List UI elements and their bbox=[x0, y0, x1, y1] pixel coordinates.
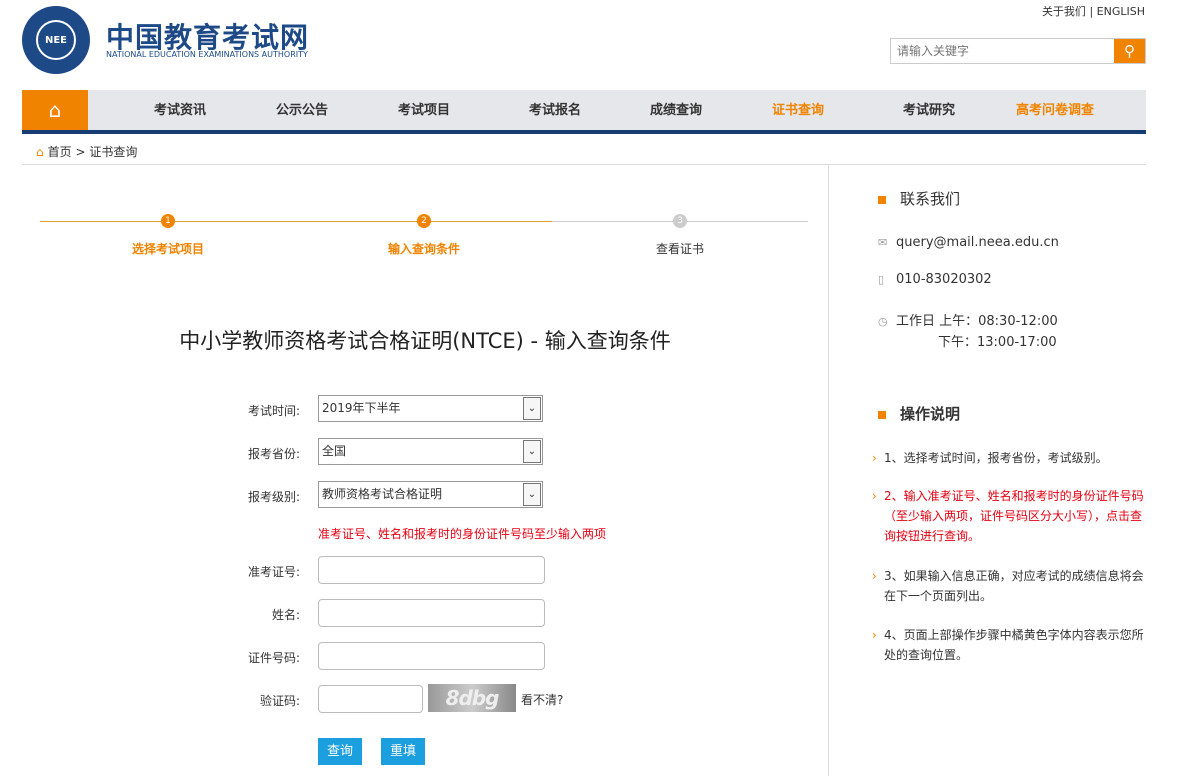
search-button[interactable]: ⚲ bbox=[1114, 39, 1145, 63]
contact-email: ✉ query@mail.neea.edu.cn bbox=[878, 235, 1059, 250]
hours-afternoon: 下午：13:00-17:00 bbox=[938, 335, 1057, 350]
mail-icon: ✉ bbox=[878, 236, 888, 249]
ticket-number-input[interactable] bbox=[318, 556, 545, 584]
breadcrumb-home[interactable]: 首页 bbox=[48, 145, 72, 159]
search-box: ⚲ bbox=[890, 38, 1146, 64]
breadcrumb-separator: > bbox=[75, 145, 86, 159]
id-number-input[interactable] bbox=[318, 642, 545, 670]
instruction-text: 1、选择考试时间，报考省份，考试级别。 bbox=[884, 451, 1108, 465]
contact-phone: ▯ 010-83020302 bbox=[878, 272, 992, 287]
english-link[interactable]: ENGLISH bbox=[1097, 5, 1145, 18]
instruction-text: 3、如果输入信息正确，对应考试的成绩信息将会在下一个页面列出。 bbox=[884, 569, 1144, 603]
instruction-text: 2、输入准考证号、姓名和报考时的身份证件号码（至少输入两项，证件号码区分大小写）… bbox=[884, 489, 1144, 543]
captcha-input[interactable] bbox=[318, 685, 423, 713]
ticket-number-label: 准考证号: bbox=[247, 565, 300, 579]
chevron-right-icon: › bbox=[872, 451, 877, 465]
main-nav: ⌂ 考试资讯 公示公告 考试项目 考试报名 成绩查询 证书查询 考试研究 高考问… bbox=[22, 90, 1146, 134]
step-2-dot: 2 bbox=[417, 214, 431, 228]
clock-icon: ◷ bbox=[878, 315, 888, 328]
instruction-text: 4、页面上部操作步骤中橘黄色字体内容表示您所处的查询位置。 bbox=[884, 628, 1144, 662]
search-icon: ⚲ bbox=[1124, 43, 1135, 60]
chevron-down-icon: ⌄ bbox=[523, 397, 541, 420]
input-requirement-note: 准考证号、姓名和报考时的身份证件号码至少输入两项 bbox=[318, 527, 607, 541]
chevron-down-icon: ⌄ bbox=[523, 440, 541, 463]
step-3-label: 查看证书 bbox=[655, 242, 705, 256]
nav-item-survey[interactable]: 高考问卷调查 bbox=[1016, 90, 1094, 130]
step-3-dot: 3 bbox=[673, 214, 687, 228]
step-1-label: 选择考试项目 bbox=[131, 242, 205, 256]
chevron-right-icon: › bbox=[872, 628, 877, 642]
nav-item-announcements[interactable]: 公示公告 bbox=[276, 90, 328, 130]
step-1-dot: 1 bbox=[161, 214, 175, 228]
seal-text: NEE bbox=[36, 20, 76, 60]
province-label: 报考省份: bbox=[247, 447, 300, 461]
id-number-label: 证件号码: bbox=[247, 651, 300, 665]
email-text: query@mail.neea.edu.cn bbox=[896, 235, 1059, 250]
level-select[interactable]: 教师资格考试合格证明 ⌄ bbox=[318, 481, 543, 508]
phone-icon: ▯ bbox=[878, 273, 885, 286]
column-divider bbox=[828, 165, 829, 776]
nav-item-exam-projects[interactable]: 考试项目 bbox=[398, 90, 450, 130]
exam-time-label: 考试时间: bbox=[247, 404, 300, 418]
top-links: 关于我们 | ENGLISH bbox=[1042, 3, 1145, 19]
name-label: 姓名: bbox=[271, 608, 300, 622]
chevron-right-icon: › bbox=[872, 569, 877, 583]
step-progress-done bbox=[40, 221, 552, 222]
level-value: 教师资格考试合格证明 bbox=[322, 487, 443, 501]
instruction-item: › 1、选择考试时间，报考省份，考试级别。 bbox=[872, 448, 1152, 468]
contact-heading: 联系我们 bbox=[878, 188, 960, 209]
province-value: 全国 bbox=[322, 444, 347, 458]
nav-item-registration[interactable]: 考试报名 bbox=[529, 90, 581, 130]
breadcrumb: ⌂ 首页 > 证书查询 bbox=[22, 142, 1146, 165]
neea-logo-seal[interactable]: NEE bbox=[22, 6, 90, 74]
nav-item-scores[interactable]: 成绩查询 bbox=[650, 90, 702, 130]
step-2-label: 输入查询条件 bbox=[387, 242, 461, 256]
bullet-square-icon bbox=[878, 410, 886, 419]
nav-home-button[interactable]: ⌂ bbox=[22, 90, 88, 130]
province-select[interactable]: 全国 ⌄ bbox=[318, 438, 543, 465]
site-logo-subtitle: NATIONAL EDUCATION EXAMINATIONS AUTHORIT… bbox=[106, 50, 308, 59]
captcha-image[interactable]: 8dbg bbox=[428, 684, 516, 712]
exam-time-value: 2019年下半年 bbox=[322, 401, 401, 415]
search-input[interactable] bbox=[891, 39, 1114, 63]
page-title: 中小学教师资格考试合格证明(NTCE) - 输入查询条件 bbox=[179, 329, 671, 353]
contact-hours: ◷ 工作日 上午：08:30-12:00 bbox=[878, 310, 1058, 329]
nav-item-certificates[interactable]: 证书查询 bbox=[772, 90, 824, 130]
bullet-square-icon bbox=[878, 195, 886, 204]
about-link[interactable]: 关于我们 bbox=[1042, 5, 1086, 18]
home-icon: ⌂ bbox=[36, 145, 44, 159]
captcha-refresh-link[interactable]: 看不清? bbox=[521, 691, 563, 708]
instruction-item: › 2、输入准考证号、姓名和报考时的身份证件号码（至少输入两项，证件号码区分大小写… bbox=[872, 486, 1152, 546]
name-input[interactable] bbox=[318, 599, 545, 627]
hours-morning: 工作日 上午：08:30-12:00 bbox=[896, 314, 1058, 329]
separator: | bbox=[1089, 5, 1094, 18]
contact-title: 联系我们 bbox=[900, 190, 961, 208]
instructions-title: 操作说明 bbox=[900, 405, 961, 423]
chevron-down-icon: ⌄ bbox=[523, 483, 541, 506]
home-icon: ⌂ bbox=[48, 98, 62, 122]
nav-item-exam-news[interactable]: 考试资讯 bbox=[154, 90, 206, 130]
instruction-item: › 4、页面上部操作步骤中橘黄色字体内容表示您所处的查询位置。 bbox=[872, 625, 1152, 665]
exam-time-select[interactable]: 2019年下半年 ⌄ bbox=[318, 395, 543, 422]
level-label: 报考级别: bbox=[247, 490, 300, 504]
nav-item-research[interactable]: 考试研究 bbox=[903, 90, 955, 130]
captcha-label: 验证码: bbox=[259, 694, 300, 708]
instruction-item: › 3、如果输入信息正确，对应考试的成绩信息将会在下一个页面列出。 bbox=[872, 566, 1152, 606]
breadcrumb-current: 证书查询 bbox=[89, 145, 138, 159]
instructions-heading: 操作说明 bbox=[878, 403, 960, 424]
query-button[interactable]: 查询 bbox=[318, 738, 362, 765]
reset-button[interactable]: 重填 bbox=[381, 738, 425, 765]
phone-text: 010-83020302 bbox=[896, 272, 992, 287]
chevron-right-icon: › bbox=[872, 489, 877, 503]
